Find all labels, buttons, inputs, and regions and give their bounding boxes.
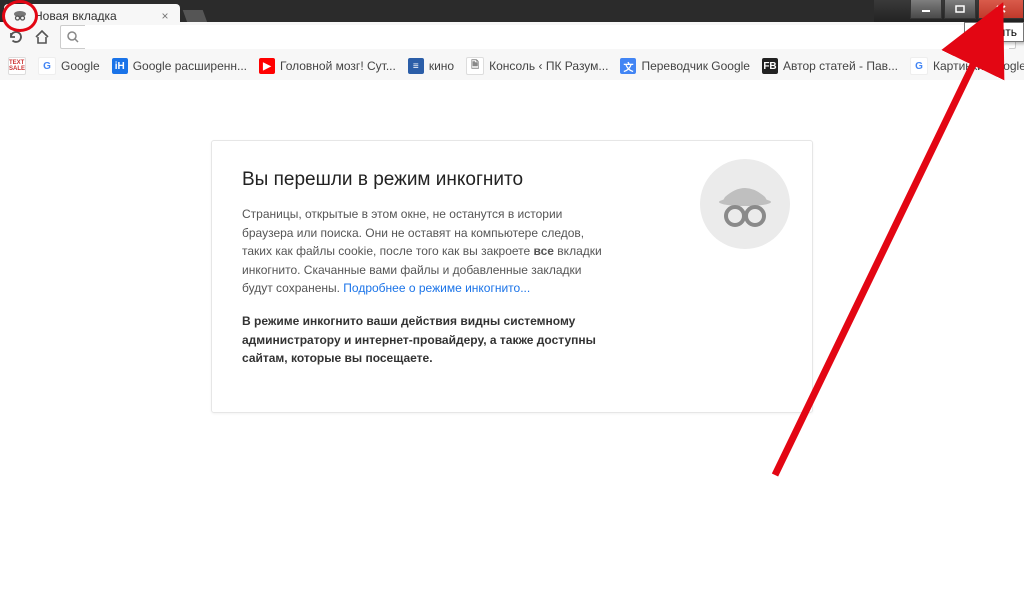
incognito-large-icon [700,159,790,249]
close-tooltip: Закрыть [964,22,1024,42]
incognito-learn-more-link[interactable]: Подробнее о режиме инкогнито... [343,281,530,295]
home-icon[interactable] [34,29,50,45]
bookmark-images[interactable]: GКартинки Google [910,57,1024,75]
reload-icon[interactable] [8,29,24,45]
window-minimize-button[interactable] [910,0,942,19]
bookmark-kino[interactable]: ≡кино [408,58,454,74]
tab-title: Новая вкладка [34,9,158,23]
incognito-paragraph-1: Страницы, открытые в этом окне, не остан… [242,205,612,298]
incognito-paragraph-2: В режиме инкогнито ваши действия видны с… [242,312,612,368]
address-bar[interactable] [60,25,1016,49]
nav-bar [0,22,1024,53]
bookmark-brain[interactable]: ▶Головной мозг! Сут... [259,58,396,74]
bookmark-author[interactable]: FBАвтор статей - Пав... [762,58,898,74]
tab-close-icon[interactable]: × [158,9,172,23]
bookmark-console[interactable]: 🗎Консоль ‹ ПК Разум... [466,57,608,75]
page-content: Вы перешли в режим инкогнито Страницы, о… [0,80,1024,596]
window-close-button[interactable] [978,0,1024,19]
incognito-heading: Вы перешли в режим инкогнито [242,169,782,191]
search-icon [67,31,79,43]
bookmark-textsale[interactable]: TEXTSALE [8,57,26,75]
incognito-card: Вы перешли в режим инкогнито Страницы, о… [211,140,813,413]
address-input[interactable] [85,25,1009,49]
bookmark-google[interactable]: GGoogle [38,57,100,75]
window-maximize-button[interactable] [944,0,976,19]
bookmark-translate[interactable]: 文Переводчик Google [620,58,750,74]
bookmark-google-ext[interactable]: iHGoogle расширенн... [112,58,247,74]
bookmarks-bar: TEXTSALE GGoogle iHGoogle расширенн... ▶… [0,52,1024,81]
